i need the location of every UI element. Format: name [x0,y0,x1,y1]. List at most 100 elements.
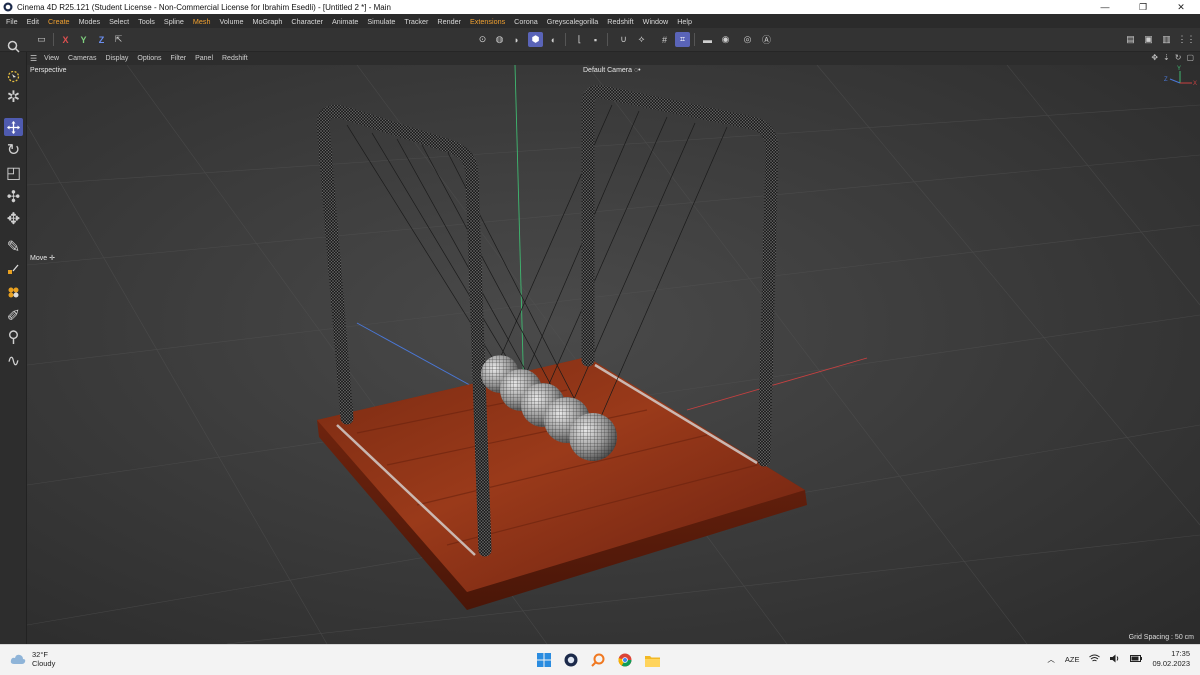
render-view-icon[interactable]: ◉ [718,32,733,47]
viewport-header: ☰ View Cameras Display Options Filter Pa… [27,52,1200,65]
menu-mograph[interactable]: MoGraph [252,17,282,26]
coordinate-system-icon[interactable]: ⇱ [111,32,126,47]
menu-tracker[interactable]: Tracker [404,17,428,26]
redshift-render-icon[interactable]: Ⓐ [759,32,774,47]
language-indicator[interactable]: AZE [1065,655,1080,664]
windows-start-icon[interactable] [535,651,553,669]
menu-greyscalegorilla[interactable]: Greyscalegorilla [547,17,599,26]
menu-extensions[interactable]: Extensions [470,17,505,26]
pan-icon[interactable]: ✥ [1151,53,1158,62]
cinema4d-icon[interactable] [562,651,580,669]
menu-animate[interactable]: Animate [332,17,358,26]
cloud-icon [10,654,26,664]
window-title: Cinema 4D R25.121 (Student License - Non… [17,2,391,12]
menu-simulate[interactable]: Simulate [367,17,395,26]
edit-render-settings-icon[interactable]: ◎ [740,32,755,47]
spline-pen-icon[interactable]: ✎ [4,238,23,256]
snap-icon[interactable]: ⌊ [572,32,587,47]
viewport-menu-cameras[interactable]: Cameras [68,55,96,62]
gizmo-y-label: Y [1177,66,1181,72]
cloner-icon[interactable] [4,283,23,301]
model-tool-icon[interactable]: ✥ [4,210,23,228]
edges-mode-icon[interactable]: ◍ [492,32,507,47]
scale-tool-icon[interactable]: ◰ [4,164,23,182]
viewport-menu-icon[interactable]: ☰ [30,54,44,63]
search-icon[interactable] [4,37,23,55]
knife-tool-icon[interactable]: ∿ [4,352,23,370]
menu-spline[interactable]: Spline [164,17,184,26]
sculpt-tool-icon[interactable]: ⚲ [4,328,23,346]
undo-view-icon[interactable]: ▭ [34,32,49,47]
camera-label[interactable]: Default Camera ◌• [583,67,641,74]
grid-snap-icon[interactable]: ⌗ [675,32,690,47]
view-name-label[interactable]: Perspective [30,67,67,74]
snap-settings-icon[interactable]: ▪ [588,32,603,47]
viewport-menu-options[interactable]: Options [137,55,161,62]
paint-brush-icon[interactable]: ✐ [4,307,23,325]
viewport-menu-view[interactable]: View [44,55,59,62]
grid-spacing-label: Grid Spacing : 50 cm [1128,634,1194,641]
close-icon[interactable]: ✕ [1162,0,1200,14]
rotate-tool-icon[interactable]: ↻ [4,141,23,159]
maximize-icon[interactable]: ❐ [1124,0,1162,14]
render-to-picture-viewer-icon[interactable]: ▤ [1123,32,1138,47]
weather-temp: 32°F [32,650,48,659]
points-mode-icon[interactable]: ⊙ [475,32,490,47]
file-explorer-icon[interactable] [643,651,661,669]
viewport-menu-filter[interactable]: Filter [171,55,187,62]
spline-tools-icon[interactable] [4,259,23,277]
search-app-icon[interactable] [589,651,607,669]
chrome-icon[interactable] [616,651,634,669]
toggle-views-icon[interactable]: ▢ [1186,53,1194,62]
weather-desc: Cloudy [32,659,56,668]
workplane-icon[interactable]: ⟡ [634,32,649,47]
perspective-viewport[interactable]: Y Z X Perspective Default Camera ◌• Move… [27,65,1200,644]
orbit-icon[interactable]: ↻ [1175,53,1182,62]
menu-render[interactable]: Render [437,17,461,26]
menu-character[interactable]: Character [291,17,323,26]
menu-create[interactable]: Create [48,17,70,26]
selection-tool-icon[interactable] [4,67,23,85]
clock[interactable]: 17:35 09.02.2023 [1152,649,1190,669]
menu-corona[interactable]: Corona [514,17,538,26]
wifi-icon[interactable] [1089,654,1101,665]
axis-z-lock-button[interactable]: Z [94,32,109,47]
axis-x-lock-button[interactable]: X [58,32,73,47]
axis-y-lock-button[interactable]: Y [76,32,91,47]
model-mode-icon[interactable]: ⬢ [528,32,543,47]
show-hidden-icons-icon[interactable]: ︿ [1047,654,1055,665]
battery-icon[interactable] [1130,654,1143,664]
transform-tool-icon[interactable]: ✣ [4,188,23,206]
move-tool-icon[interactable] [4,118,23,136]
grid-icon[interactable]: # [657,32,672,47]
render-region-icon[interactable]: ▬ [700,32,715,47]
viewport-menu-redshift[interactable]: Redshift [222,55,248,62]
viewport-menu-display[interactable]: Display [105,55,128,62]
menu-help[interactable]: Help [677,17,692,26]
menu-file[interactable]: File [6,17,18,26]
render-settings-icon[interactable]: ▥ [1159,32,1174,47]
menu-tools[interactable]: Tools [138,17,155,26]
menu-modes[interactable]: Modes [79,17,101,26]
weather-widget[interactable]: 32°F Cloudy [10,650,55,668]
cinema4d-app-icon [3,2,13,12]
viewport-menu-panel[interactable]: Panel [195,55,213,62]
menu-edit[interactable]: Edit [27,17,39,26]
volume-icon[interactable] [1110,654,1120,665]
uv-mode-icon[interactable]: ◐ [546,32,561,47]
dolly-icon[interactable]: ⇣ [1163,53,1170,62]
render-active-view-icon[interactable]: ▣ [1141,32,1156,47]
settings-gear-icon[interactable]: ✲ [4,88,23,106]
menu-volume[interactable]: Volume [219,17,243,26]
menu-redshift[interactable]: Redshift [607,17,633,26]
layout-menu-icon[interactable]: ⋮⋮ [1178,32,1196,47]
gizmo-x-label: X [1193,81,1197,87]
menu-select[interactable]: Select [109,17,129,26]
menu-mesh[interactable]: Mesh [193,17,211,26]
polygons-mode-icon[interactable]: ◗ [509,32,524,47]
magnet-icon[interactable]: ∪ [616,32,631,47]
toolbar-separator [607,33,608,46]
move-hint-icon: ✛ [49,255,55,262]
menu-window[interactable]: Window [643,17,669,26]
minimize-icon[interactable]: — [1086,0,1124,14]
